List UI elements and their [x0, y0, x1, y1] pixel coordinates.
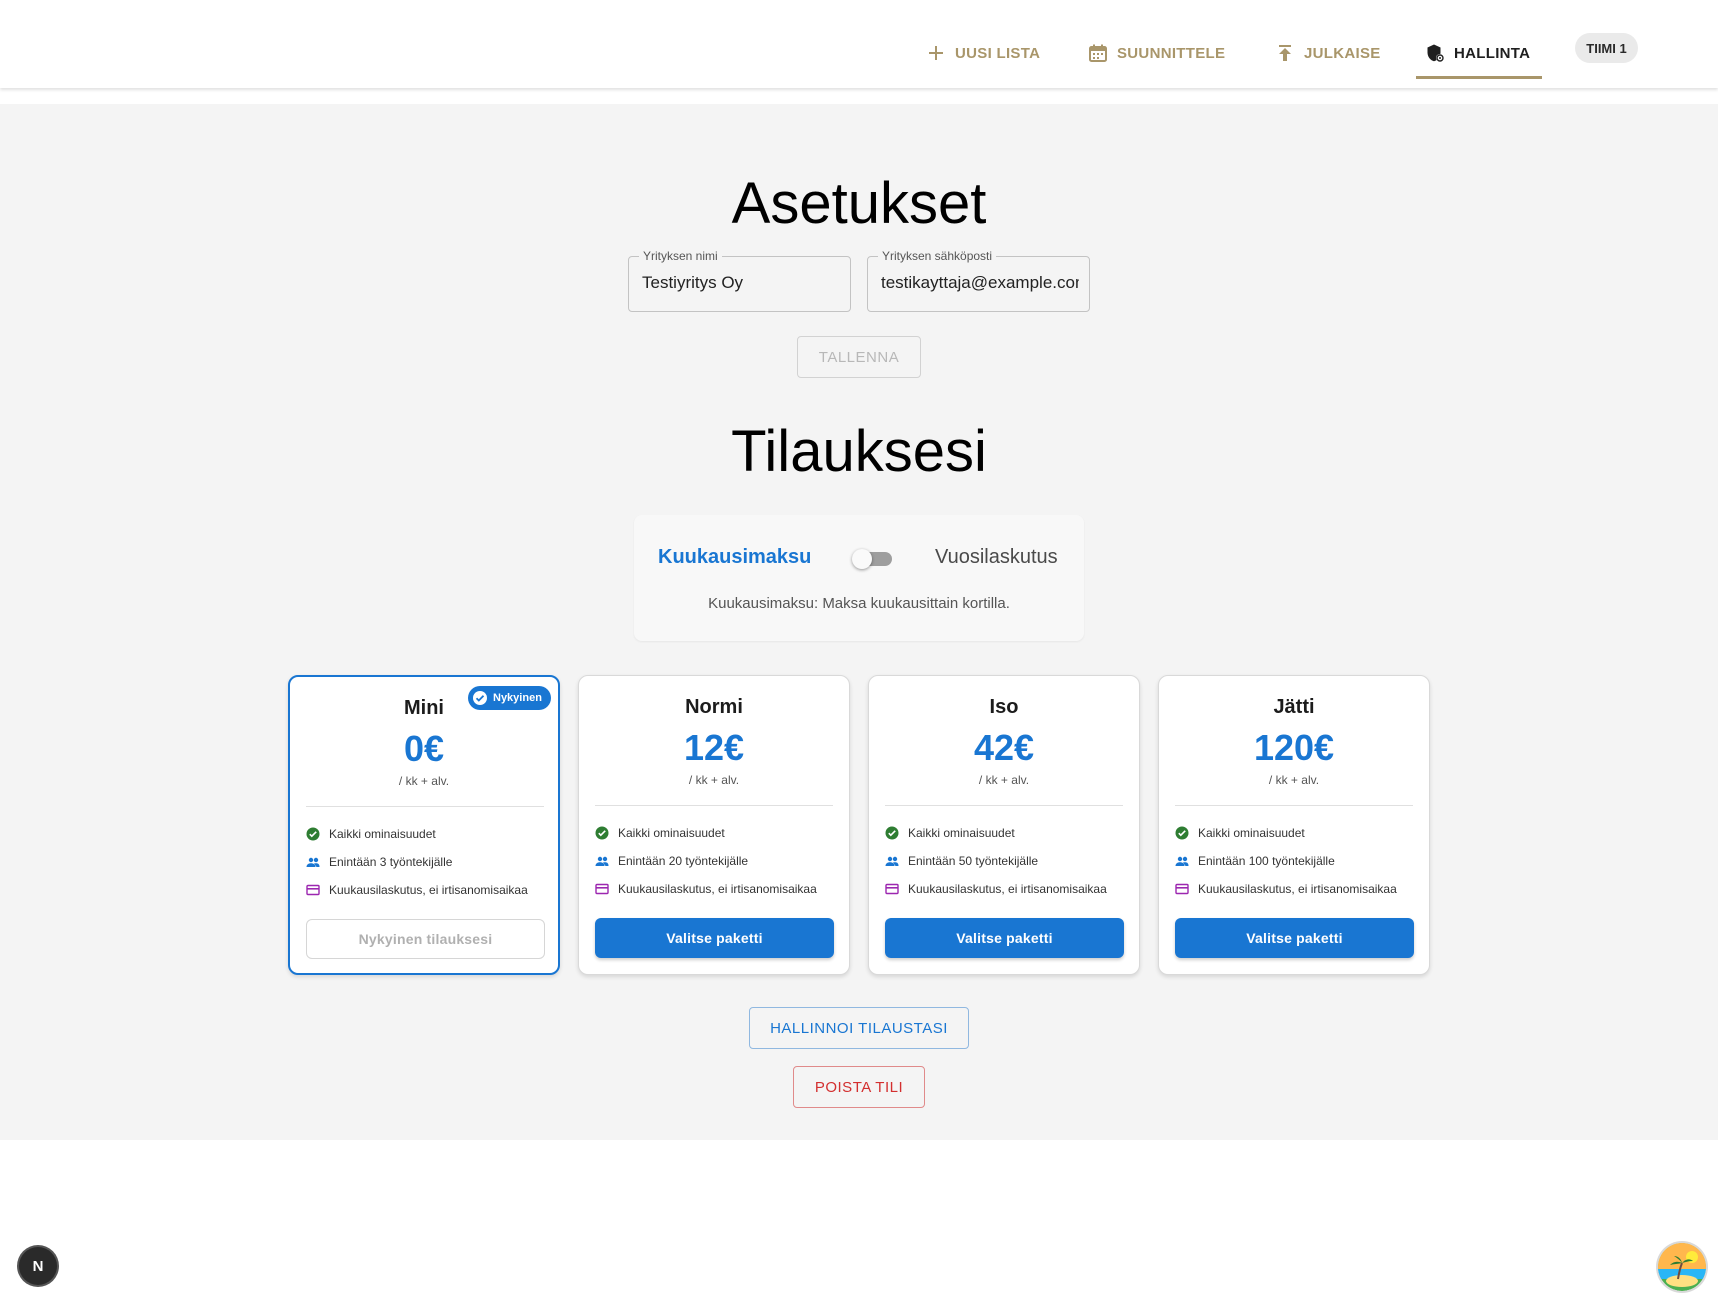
plan-feature-text: Kaikki ominaisuudet [329, 827, 436, 841]
admin-shield-icon [1427, 44, 1444, 62]
plan-feature-text: Enintään 100 työntekijälle [1198, 854, 1335, 868]
plan-feature-text: Enintään 50 työntekijälle [908, 854, 1039, 868]
plan-card-iso: Iso 42€ / kk + alv. Kaikki ominaisuudet … [868, 675, 1140, 975]
plan-feature-text: Enintään 20 työntekijälle [618, 854, 749, 868]
billing-toggle-thumb[interactable] [852, 549, 872, 569]
credit-card-icon [595, 883, 609, 895]
nav-plan[interactable]: SUUNNITTELE [1088, 41, 1225, 65]
check-circle-icon [1175, 826, 1189, 840]
plan-name: Mini [404, 697, 444, 719]
plan-price: 120€ [1253, 727, 1335, 768]
plan-price-period: / kk + alv. [398, 774, 450, 788]
divider [306, 806, 544, 807]
plan-feature: Enintään 50 työntekijälle [885, 852, 1038, 870]
people-icon [306, 857, 320, 867]
plan-feature: Kaikki ominaisuudet [306, 825, 436, 843]
dev-tools-badge-letter: N [32, 1257, 44, 1275]
save-button[interactable]: TALLENNA [797, 336, 921, 378]
plan-feature: Enintään 20 työntekijälle [595, 852, 748, 870]
top-navigation-bar: UUSI LISTA SUUNNITTELE JULKAISE HALLINTA… [0, 0, 1718, 88]
company-name-label: Yrityksen nimi [639, 249, 722, 263]
plan-feature-text: Kaikki ominaisuudet [1198, 826, 1305, 840]
credit-card-icon [306, 884, 320, 896]
plan-feature: Kuukausilaskutus, ei irtisanomisaikaa [1175, 880, 1397, 898]
select-plan-button[interactable]: Valitse paketti [595, 918, 834, 958]
plan-feature-text: Enintään 3 työntekijälle [329, 855, 453, 869]
plan-feature-text: Kaikki ominaisuudet [908, 826, 1015, 840]
nav-admin[interactable]: HALLINTA [1425, 41, 1530, 65]
island-avatar-icon [1658, 1243, 1706, 1291]
plan-feature-text: Kaikki ominaisuudet [618, 826, 725, 840]
people-icon [1175, 856, 1189, 866]
nav-plan-label: SUUNNITTELE [1117, 44, 1226, 62]
nav-publish-label: JULKAISE [1304, 44, 1381, 62]
nav-new-list[interactable]: UUSI LISTA [926, 41, 1040, 65]
plan-feature: Kaikki ominaisuudet [885, 824, 1015, 842]
nav-admin-label: HALLINTA [1454, 44, 1531, 62]
settings-title: Asetukset [731, 171, 987, 236]
active-tab-indicator [1416, 76, 1542, 79]
plan-feature-text: Kuukausilaskutus, ei irtisanomisaikaa [329, 883, 528, 897]
plan-price: 12€ [683, 727, 745, 768]
plan-card-normi: Normi 12€ / kk + alv. Kaikki ominaisuude… [578, 675, 850, 975]
delete-account-button[interactable]: POISTA TILI [793, 1066, 925, 1108]
divider [885, 805, 1123, 806]
company-email-label: Yrityksen sähköposti [878, 249, 997, 263]
check-circle-icon [306, 827, 320, 841]
credit-card-icon [885, 883, 899, 895]
manage-subscription-button[interactable]: HALLINNOI TILAUSTASI [749, 1007, 969, 1049]
plan-feature: Enintään 3 työntekijälle [306, 853, 452, 871]
plan-feature-text: Kuukausilaskutus, ei irtisanomisaikaa [908, 882, 1107, 896]
plan-name: Iso [989, 696, 1019, 718]
plan-price: 42€ [973, 727, 1035, 768]
assistant-avatar-button[interactable] [1658, 1243, 1706, 1291]
billing-monthly-label[interactable]: Kuukausimaksu [658, 546, 811, 569]
plus-icon [929, 46, 943, 60]
company-email-input[interactable] [881, 273, 1079, 293]
company-name-input[interactable] [642, 273, 840, 293]
plan-card-jatti: Jätti 120€ / kk + alv. Kaikki ominaisuud… [1158, 675, 1430, 975]
select-plan-button[interactable]: Valitse paketti [885, 918, 1124, 958]
credit-card-icon [1175, 883, 1189, 895]
plan-feature: Kuukausilaskutus, ei irtisanomisaikaa [306, 881, 528, 899]
divider [1175, 805, 1413, 806]
company-name-field[interactable]: Yrityksen nimi [628, 249, 851, 312]
plan-card-mini: Nykyinen Mini 0€ / kk + alv. Kaikki omin… [288, 675, 560, 975]
team-selector[interactable]: TIIMI 1 [1575, 33, 1638, 63]
people-icon [595, 856, 609, 866]
plan-feature: Kaikki ominaisuudet [1175, 824, 1305, 842]
publish-icon [1279, 45, 1291, 61]
nav-new-list-label: UUSI LISTA [955, 44, 1041, 62]
plan-price: 0€ [403, 728, 445, 769]
plan-price-period: / kk + alv. [1268, 773, 1320, 787]
current-plan-button[interactable]: Nykyinen tilauksesi [306, 919, 545, 959]
subscription-title: Tilauksesi [731, 419, 987, 484]
plan-name: Jätti [1273, 696, 1315, 718]
plan-name: Normi [685, 696, 743, 718]
check-circle-icon [595, 826, 609, 840]
plan-price-period: / kk + alv. [978, 773, 1030, 787]
dev-tools-badge[interactable]: N [19, 1247, 57, 1285]
nav-publish[interactable]: JULKAISE [1275, 41, 1381, 65]
billing-period-panel: Kuukausimaksu Vuosilaskutus Kuukausimaks… [634, 515, 1084, 641]
plan-feature: Enintään 100 työntekijälle [1175, 852, 1335, 870]
company-email-field[interactable]: Yrityksen sähköposti [867, 249, 1090, 312]
plan-price-period: / kk + alv. [688, 773, 740, 787]
select-plan-button[interactable]: Valitse paketti [1175, 918, 1414, 958]
billing-description: Kuukausimaksu: Maksa kuukausittain korti… [708, 595, 1010, 612]
plan-feature: Kaikki ominaisuudet [595, 824, 725, 842]
plan-feature: Kuukausilaskutus, ei irtisanomisaikaa [885, 880, 1107, 898]
divider [595, 805, 833, 806]
billing-yearly-label[interactable]: Vuosilaskutus [935, 546, 1058, 569]
plan-feature-text: Kuukausilaskutus, ei irtisanomisaikaa [1198, 882, 1397, 896]
calendar-icon [1089, 44, 1107, 62]
plan-feature-text: Kuukausilaskutus, ei irtisanomisaikaa [618, 882, 817, 896]
check-circle-icon [885, 826, 899, 840]
plan-feature: Kuukausilaskutus, ei irtisanomisaikaa [595, 880, 817, 898]
people-icon [885, 856, 899, 866]
